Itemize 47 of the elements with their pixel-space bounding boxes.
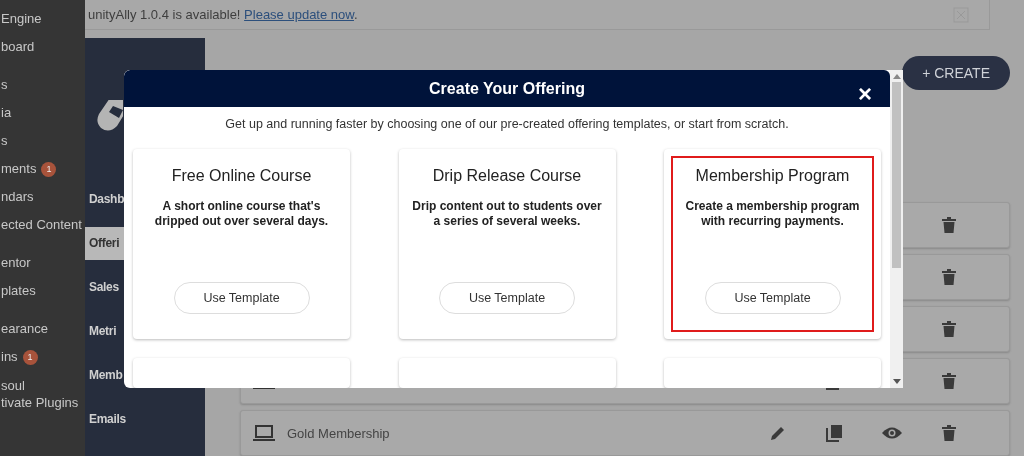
create-button[interactable]: + CREATE (902, 56, 1010, 90)
menu-item[interactable]: ments (1, 161, 37, 177)
card-title: Drip Release Course (432, 167, 582, 185)
copy-icon[interactable] (825, 424, 843, 442)
card-title: Membership Program (695, 167, 850, 185)
menu-item[interactable]: soul tivate Plugins (1, 377, 79, 411)
menu-item[interactable]: plates (1, 283, 36, 299)
count-badge: 1 (22, 349, 38, 365)
use-template-button[interactable]: Use Template (173, 282, 310, 314)
card-description: Drip content out to students over a series of several weeks. (412, 199, 602, 229)
trash-icon[interactable] (941, 320, 957, 338)
card-description: Create a membership program with recurring payments. (684, 199, 861, 229)
close-button[interactable]: × (858, 82, 872, 106)
trash-icon[interactable] (941, 268, 957, 286)
scroll-down-icon[interactable] (892, 379, 901, 384)
menu-item[interactable]: s (1, 133, 8, 149)
count-badge: 1 (41, 161, 57, 177)
menu-item[interactable]: ected Content (1, 217, 82, 233)
menu-item[interactable]: ndars (1, 189, 34, 205)
dialog-title: Create Your Offering (429, 79, 585, 98)
use-template-button[interactable]: Use Template (439, 282, 575, 314)
offering-row[interactable]: Gold Membership (240, 410, 1010, 456)
eye-icon[interactable] (881, 426, 903, 440)
update-link[interactable]: Please update now (244, 7, 354, 22)
notice-text: unityAlly 1.0.4 is available! Please update now. (88, 7, 358, 22)
trash-icon[interactable] (941, 424, 957, 442)
card-description: A short online course that's dripped out over several days. (153, 199, 330, 229)
menu-item[interactable]: earance (1, 321, 48, 337)
pencil-icon[interactable] (769, 424, 787, 442)
scroll-thumb[interactable] (892, 82, 901, 268)
offering-name: Gold Membership (287, 425, 390, 441)
laptop-icon (253, 424, 275, 442)
card-title: Free Online Course (171, 167, 312, 185)
trash-icon[interactable] (941, 216, 957, 234)
menu-item[interactable]: board (1, 39, 35, 55)
scrollbar[interactable] (890, 70, 903, 388)
menu-item[interactable]: s (1, 77, 8, 93)
logo-icon (95, 100, 123, 133)
menu-item[interactable]: Engine (1, 11, 42, 27)
trash-icon[interactable] (941, 372, 957, 390)
dialog-subtitle: Get up and running faster by choosing one of our pre-created offering templates, or start from scratch. (224, 117, 790, 131)
scroll-up-icon[interactable] (892, 74, 901, 79)
nav-item[interactable]: Emails (85, 403, 205, 436)
menu-item[interactable]: ia (1, 105, 12, 121)
menu-item[interactable]: ins (1, 349, 18, 365)
menu-item[interactable]: entor (1, 255, 31, 271)
use-template-button[interactable]: Use Template (704, 282, 841, 314)
